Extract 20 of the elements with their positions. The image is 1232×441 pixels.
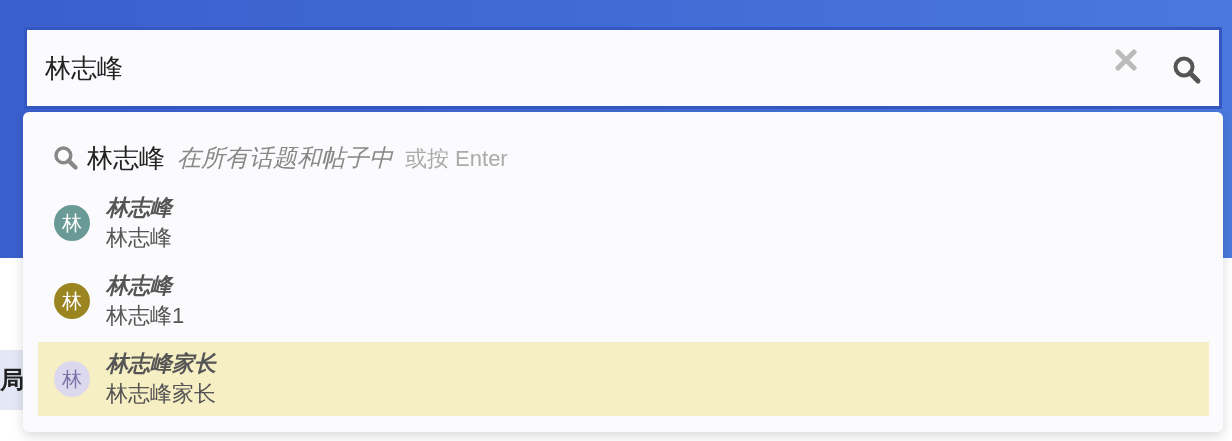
user-name: 林志峰家长: [106, 350, 216, 378]
search-icon: [53, 145, 79, 171]
search-field[interactable]: 林志峰: [24, 27, 1222, 109]
search-term: 林志峰: [87, 141, 165, 175]
user-suggestion[interactable]: 林 林志峰 林志峰1: [38, 264, 1209, 338]
user-avatar: 林: [54, 361, 90, 397]
search-icon[interactable]: [1172, 55, 1202, 85]
user-suggestion[interactable]: 林 林志峰 林志峰: [38, 186, 1209, 260]
full-search-option[interactable]: 林志峰 在所有话题和帖子中 或按 Enter: [38, 136, 1209, 180]
user-avatar: 林: [54, 283, 90, 319]
user-name: 林志峰: [106, 194, 172, 222]
user-name: 林志峰: [106, 272, 175, 300]
user-username: 林志峰: [106, 224, 172, 252]
user-suggestion[interactable]: 林 林志峰家长 林志峰家长: [38, 342, 1209, 416]
search-scope: 在所有话题和帖子中: [177, 143, 393, 173]
heading-text: 局: [0, 365, 24, 395]
search-hint: 或按 Enter: [405, 144, 508, 173]
user-username: 林志峰1: [106, 302, 185, 330]
user-username: 林志峰家长: [106, 380, 216, 408]
user-avatar: 林: [54, 205, 90, 241]
